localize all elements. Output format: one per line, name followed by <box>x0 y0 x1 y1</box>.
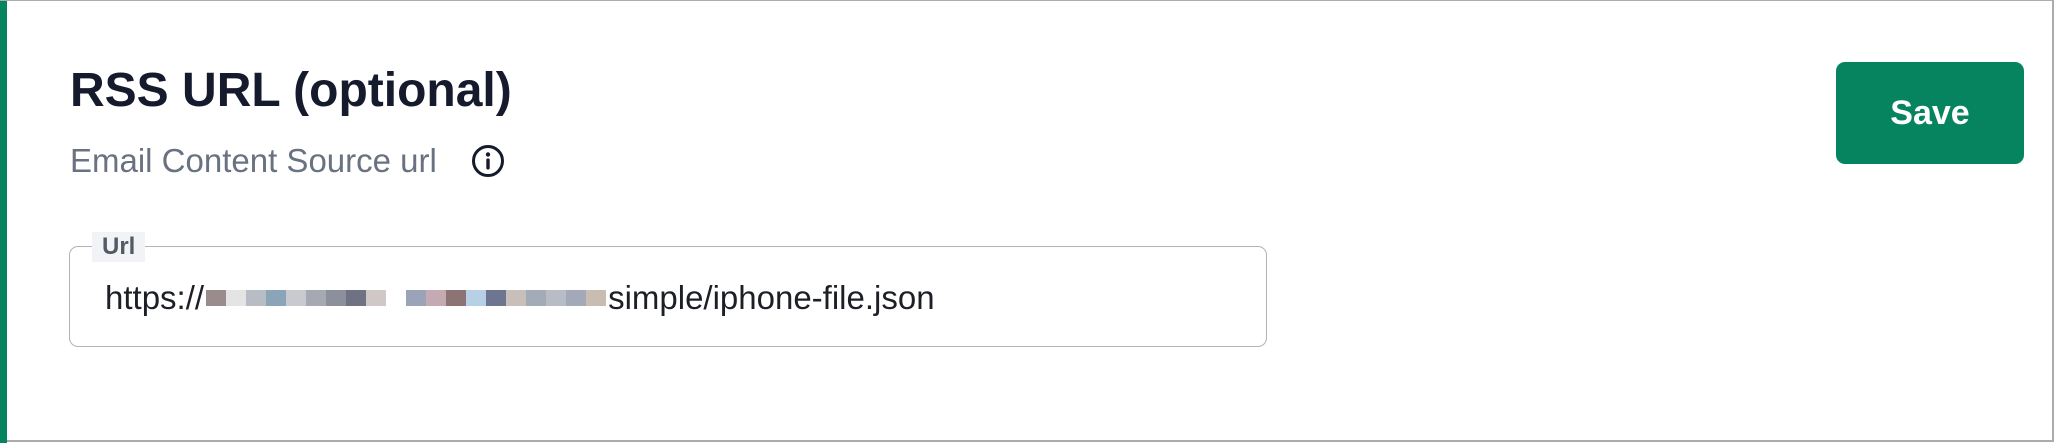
rss-settings-panel: RSS URL (optional) Email Content Source … <box>0 0 2054 443</box>
info-circle-icon[interactable] <box>471 144 505 178</box>
url-input[interactable]: https:// simple/iphone-file.json <box>105 247 935 348</box>
url-value-suffix: simple/iphone-file.json <box>608 278 935 316</box>
save-button[interactable]: Save <box>1836 62 2024 164</box>
redacted-url-segment <box>206 278 607 318</box>
url-value-prefix: https:// <box>105 278 205 316</box>
subtitle-row: Email Content Source url <box>70 139 505 183</box>
section-title: RSS URL (optional) <box>70 64 512 117</box>
section-subtitle: Email Content Source url <box>70 142 437 179</box>
accent-bar <box>0 1 7 443</box>
url-field[interactable]: Url https:// simple/iphone-file.json <box>69 232 1267 348</box>
